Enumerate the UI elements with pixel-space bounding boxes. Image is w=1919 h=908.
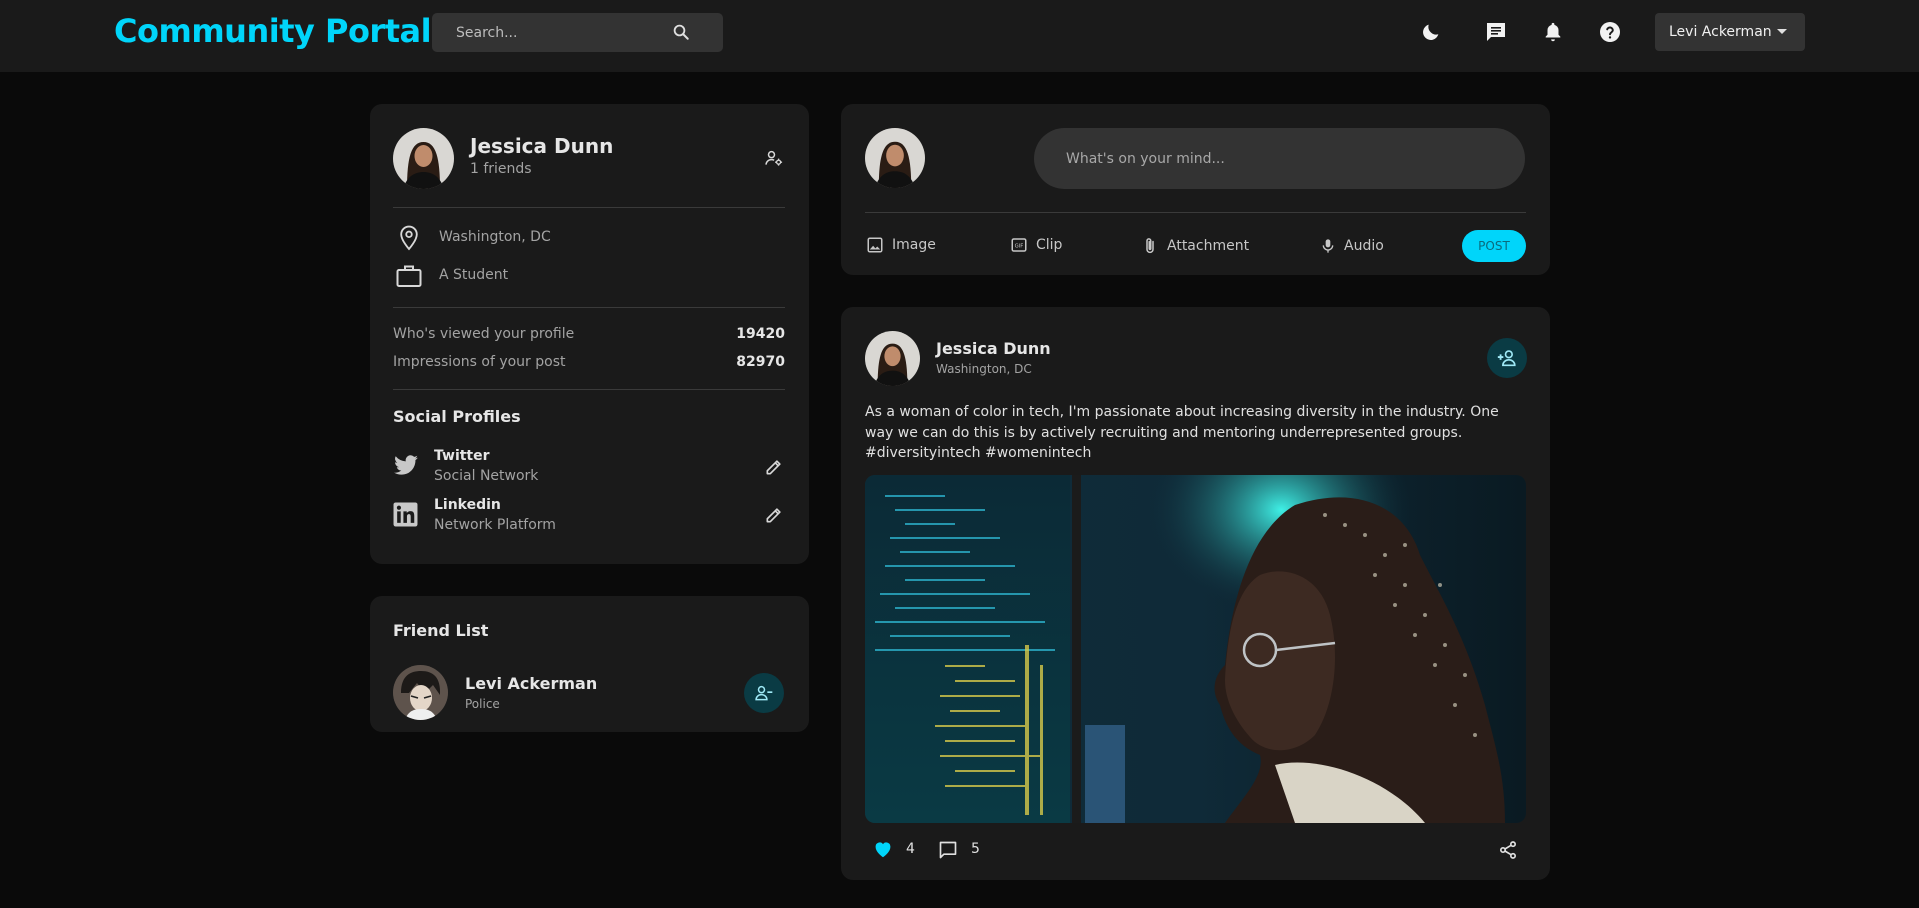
- attach-clip-button[interactable]: GIF Clip: [1010, 236, 1062, 254]
- social-linkedin-name[interactable]: Linkedin: [434, 497, 501, 513]
- remove-friend-button[interactable]: [744, 673, 784, 713]
- linkedin-icon: [393, 502, 418, 531]
- chevron-down-icon: [1777, 29, 1787, 34]
- image-icon: [867, 237, 883, 253]
- help-icon[interactable]: [1598, 20, 1622, 44]
- add-person-icon: [1497, 350, 1516, 367]
- comment-icon[interactable]: [938, 840, 958, 864]
- friend-avatar[interactable]: [393, 665, 448, 720]
- post-author-location: Washington, DC: [936, 362, 1032, 376]
- profile-friends-count: 1 friends: [470, 161, 532, 177]
- share-icon[interactable]: [1498, 840, 1518, 864]
- attach-file-label: Attachment: [1167, 238, 1250, 254]
- composer-avatar: [865, 128, 925, 188]
- user-dropdown-label: Levi Ackerman: [1669, 24, 1772, 40]
- add-friend-button[interactable]: [1487, 338, 1527, 378]
- social-linkedin-sub: Network Platform: [434, 517, 556, 533]
- edit-linkedin-pencil-icon[interactable]: [764, 505, 784, 529]
- composer-field[interactable]: [1034, 128, 1525, 189]
- comments-count: 5: [971, 841, 980, 857]
- profile-divider: [393, 207, 785, 208]
- post-image[interactable]: [865, 475, 1526, 823]
- attach-clip-label: Clip: [1036, 237, 1063, 253]
- twitter-icon: [393, 455, 419, 481]
- app-logo[interactable]: Community Portal: [114, 12, 432, 50]
- social-twitter-name[interactable]: Twitter: [434, 448, 490, 464]
- like-heart-icon[interactable]: [873, 840, 893, 862]
- profile-location: Washington, DC: [439, 229, 551, 245]
- attach-image-button[interactable]: Image: [866, 236, 936, 254]
- top-navbar: Community Portal Levi Ackerman: [0, 0, 1919, 72]
- attach-image-label: Image: [892, 237, 936, 253]
- profile-name[interactable]: Jessica Dunn: [470, 134, 613, 158]
- social-profiles-title: Social Profiles: [393, 407, 521, 426]
- remove-person-icon: [755, 685, 773, 701]
- profile-divider: [393, 389, 785, 390]
- edit-twitter-pencil-icon[interactable]: [764, 457, 784, 481]
- svg-text:GIF: GIF: [1015, 244, 1024, 250]
- profile-divider: [393, 307, 785, 308]
- paperclip-icon: [1146, 238, 1154, 254]
- friend-name[interactable]: Levi Ackerman: [465, 674, 597, 693]
- stat-label-profile-views: Who's viewed your profile: [393, 326, 575, 342]
- stat-label-impressions: Impressions of your post: [393, 354, 566, 370]
- microphone-icon: [1322, 239, 1334, 253]
- friend-role: Police: [465, 697, 500, 711]
- gif-clip-icon: GIF: [1011, 238, 1027, 252]
- attach-file-button[interactable]: Attachment: [1141, 236, 1249, 256]
- post-author-avatar[interactable]: [865, 331, 920, 386]
- composer-divider: [865, 212, 1526, 213]
- stat-value-profile-views: 19420: [736, 326, 785, 342]
- profile-occupation: A Student: [439, 267, 509, 283]
- post-author-name[interactable]: Jessica Dunn: [936, 339, 1051, 358]
- briefcase-icon: [396, 264, 422, 292]
- social-twitter-sub: Social Network: [434, 468, 539, 484]
- post-button[interactable]: POST: [1462, 230, 1526, 262]
- friend-list-title: Friend List: [393, 621, 489, 640]
- dark-mode-moon-icon[interactable]: [1419, 20, 1443, 44]
- post-text: As a woman of color in tech, I'm passion…: [865, 404, 1499, 461]
- user-dropdown[interactable]: Levi Ackerman: [1655, 13, 1805, 51]
- search-input[interactable]: [432, 13, 672, 52]
- likes-count: 4: [906, 841, 915, 857]
- search-icon[interactable]: [672, 23, 690, 45]
- profile-avatar[interactable]: [393, 128, 454, 189]
- notifications-bell-icon[interactable]: [1541, 20, 1565, 44]
- stat-value-impressions: 82970: [736, 354, 785, 370]
- attach-audio-label: Audio: [1344, 238, 1384, 254]
- attach-audio-button[interactable]: Audio: [1320, 236, 1384, 256]
- composer-input[interactable]: [1034, 128, 1525, 189]
- search-bar[interactable]: [432, 13, 723, 52]
- messages-icon[interactable]: [1484, 20, 1508, 44]
- manage-account-icon[interactable]: [764, 148, 784, 172]
- location-pin-icon: [398, 225, 420, 255]
